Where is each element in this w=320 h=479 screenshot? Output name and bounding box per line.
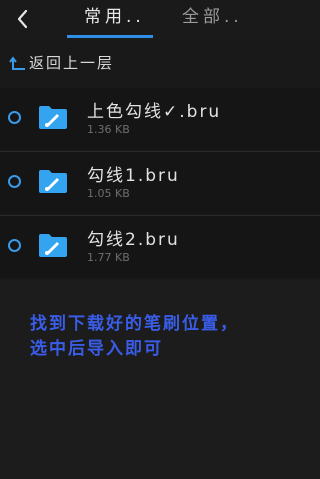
instruction-line-1: 找到下载好的笔刷位置， <box>30 314 239 334</box>
file-size: 1.05 KB <box>87 187 130 200</box>
file-name: 勾线1.bru <box>87 166 180 186</box>
file-size: 1.77 KB <box>87 251 130 264</box>
file-name: 勾线2.bru <box>87 230 180 250</box>
folder-brush-icon <box>39 234 67 257</box>
file-name: 上色勾线✓.bru <box>87 102 222 122</box>
instruction-line-2: 选中后导入即可 <box>30 339 163 359</box>
instruction-text: 找到下载好的笔刷位置， 选中后导入即可 <box>30 312 315 362</box>
folder-brush-icon <box>39 106 67 129</box>
tab-all[interactable]: 全部.. <box>182 6 243 32</box>
file-size: 1.36 KB <box>87 123 130 136</box>
hint-panel: 找到下载好的笔刷位置， 选中后导入即可 <box>0 280 320 479</box>
back-button[interactable] <box>10 6 36 32</box>
active-tab-indicator <box>67 35 153 38</box>
select-radio[interactable] <box>8 239 21 252</box>
select-radio[interactable] <box>8 111 21 124</box>
back-to-parent-label: 返回上一层 <box>29 54 115 72</box>
file-row[interactable]: 勾线2.bru 1.77 KB <box>0 216 320 278</box>
select-radio[interactable] <box>8 175 21 188</box>
folder-brush-icon <box>39 170 67 193</box>
tab-common[interactable]: 常用.. <box>84 6 145 32</box>
top-bar: 常用.. 全部.. <box>0 0 320 40</box>
arrow-up-return-icon <box>9 56 25 70</box>
file-row[interactable]: 勾线1.bru 1.05 KB <box>0 152 320 216</box>
chevron-left-icon <box>17 9 28 29</box>
back-to-parent-row[interactable]: 返回上一层 <box>0 44 320 84</box>
file-row[interactable]: 上色勾线✓.bru 1.36 KB <box>0 88 320 152</box>
